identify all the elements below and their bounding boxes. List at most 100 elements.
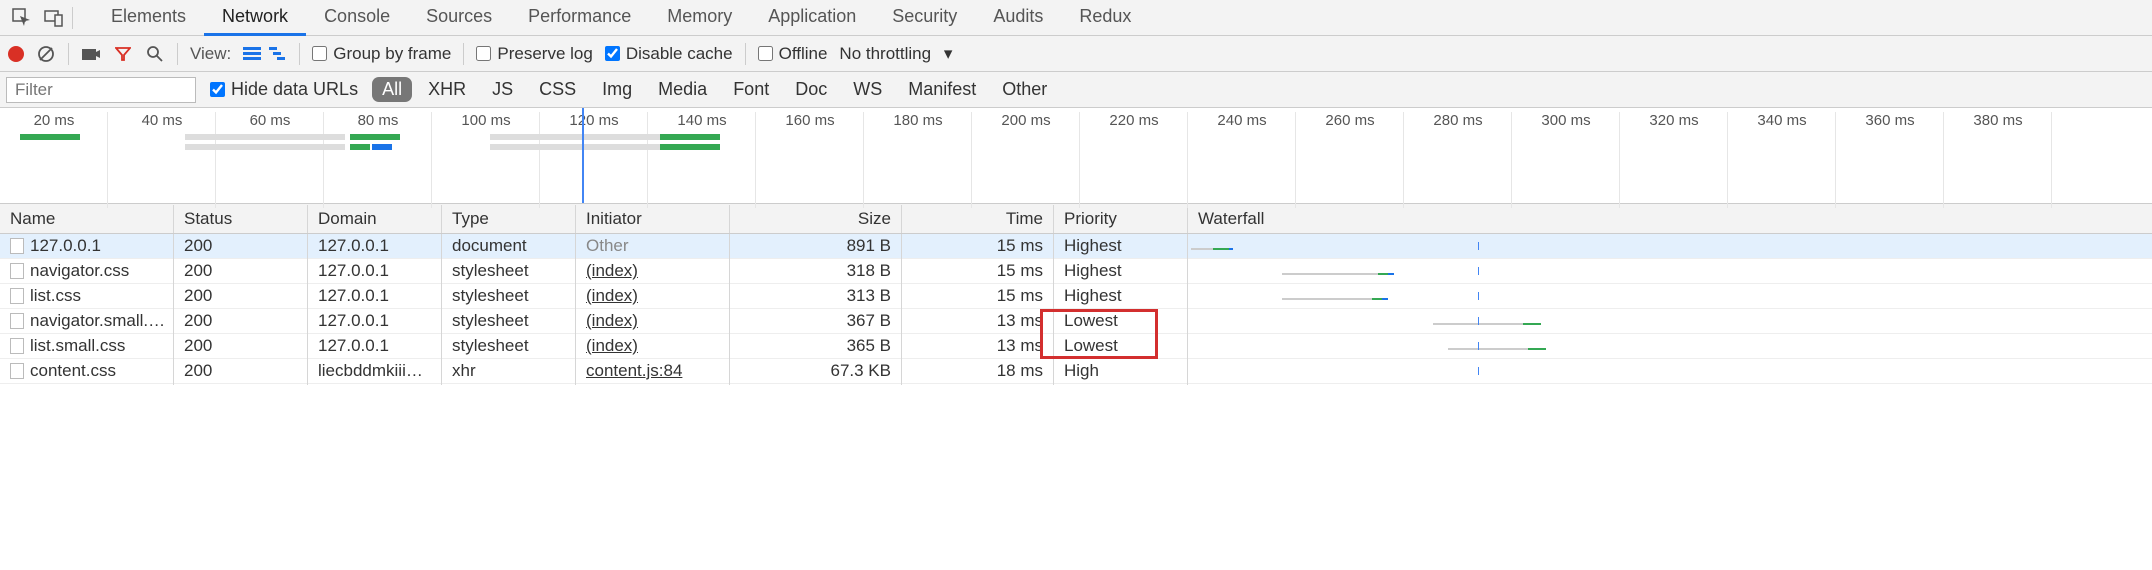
screenshot-icon[interactable] (81, 44, 101, 64)
offline-checkbox[interactable]: Offline (758, 44, 828, 64)
type-filter-ws[interactable]: WS (843, 77, 892, 102)
col-header-priority[interactable]: Priority (1054, 205, 1188, 233)
throttling-select[interactable]: No throttling ▾ (839, 44, 952, 64)
tab-application[interactable]: Application (750, 0, 874, 36)
cell-type: stylesheet (442, 332, 576, 360)
col-header-domain[interactable]: Domain (308, 205, 442, 233)
divider (299, 43, 300, 65)
tab-console[interactable]: Console (306, 0, 408, 36)
search-icon[interactable] (145, 44, 165, 64)
timeline-tick: 200 ms (972, 112, 1080, 129)
cell-size: 367 B (730, 307, 902, 335)
cell-time: 15 ms (902, 282, 1054, 310)
cell-size: 365 B (730, 332, 902, 360)
tab-elements[interactable]: Elements (93, 0, 204, 36)
clear-icon[interactable] (36, 44, 56, 64)
timeline-tick: 280 ms (1404, 112, 1512, 129)
device-toggle-icon[interactable] (40, 4, 68, 32)
disable-cache-checkbox[interactable]: Disable cache (605, 44, 733, 64)
offline-label: Offline (779, 44, 828, 64)
type-filter-img[interactable]: Img (592, 77, 642, 102)
tab-audits[interactable]: Audits (975, 0, 1061, 36)
tab-memory[interactable]: Memory (649, 0, 750, 36)
cell-priority: High (1054, 357, 1188, 385)
type-filter-other[interactable]: Other (992, 77, 1057, 102)
col-header-time[interactable]: Time (902, 205, 1054, 233)
tab-security[interactable]: Security (874, 0, 975, 36)
table-row[interactable]: content.css200liecbddmkiiih…xhrcontent.j… (0, 359, 2152, 384)
tab-network[interactable]: Network (204, 0, 306, 36)
table-row[interactable]: navigator.css200127.0.0.1stylesheet(inde… (0, 259, 2152, 284)
cell-size: 313 B (730, 282, 902, 310)
timeline-overview[interactable]: 20 ms40 ms60 ms80 ms100 ms120 ms140 ms16… (0, 108, 2152, 204)
cell-type: xhr (442, 357, 576, 385)
tab-redux[interactable]: Redux (1061, 0, 1149, 36)
cell-priority: Highest (1054, 282, 1188, 310)
type-filter-all[interactable]: All (372, 77, 412, 102)
filter-input[interactable] (6, 77, 196, 103)
initiator-link[interactable]: (index) (586, 286, 638, 305)
throttling-label: No throttling (839, 44, 931, 63)
filter-bar: Hide data URLs AllXHRJSCSSImgMediaFontDo… (0, 72, 2152, 108)
tab-performance[interactable]: Performance (510, 0, 649, 36)
table-body: 127.0.0.1200127.0.0.1documentOther891 B1… (0, 234, 2152, 570)
preserve-log-checkbox[interactable]: Preserve log (476, 44, 592, 64)
cell-domain: 127.0.0.1 (308, 282, 442, 310)
filter-icon[interactable] (113, 44, 133, 64)
cell-domain: liecbddmkiiih… (308, 357, 442, 385)
waterfall-view-icon[interactable] (269, 45, 287, 63)
initiator-link: Other (586, 236, 629, 255)
col-header-initiator[interactable]: Initiator (576, 205, 730, 233)
divider (745, 43, 746, 65)
cell-name: 127.0.0.1 (30, 236, 101, 256)
type-filter-css[interactable]: CSS (529, 77, 586, 102)
cell-name: content.css (30, 361, 116, 381)
timeline-tick: 240 ms (1188, 112, 1296, 129)
inspect-element-icon[interactable] (8, 4, 36, 32)
cell-time: 13 ms (902, 307, 1054, 335)
cell-status: 200 (174, 332, 308, 360)
col-header-waterfall[interactable]: Waterfall (1188, 205, 2152, 233)
cell-size: 318 B (730, 257, 902, 285)
hide-data-urls-label: Hide data URLs (231, 79, 358, 100)
disable-cache-label: Disable cache (626, 44, 733, 64)
col-header-name[interactable]: Name (0, 205, 174, 233)
table-row[interactable]: 127.0.0.1200127.0.0.1documentOther891 B1… (0, 234, 2152, 259)
table-row[interactable]: list.css200127.0.0.1stylesheet(index)313… (0, 284, 2152, 309)
highlight-annotation (1040, 309, 1158, 359)
initiator-link[interactable]: (index) (586, 261, 638, 280)
hide-data-urls-checkbox[interactable]: Hide data URLs (210, 79, 358, 100)
resource-type-filters: AllXHRJSCSSImgMediaFontDocWSManifestOthe… (372, 77, 1057, 102)
group-by-frame-label: Group by frame (333, 44, 451, 64)
initiator-link[interactable]: (index) (586, 311, 638, 330)
cell-size: 67.3 KB (730, 357, 902, 385)
type-filter-js[interactable]: JS (482, 77, 523, 102)
cell-initiator: (index) (576, 332, 730, 360)
type-filter-font[interactable]: Font (723, 77, 779, 102)
tab-sources[interactable]: Sources (408, 0, 510, 36)
record-button[interactable] (8, 46, 24, 62)
view-label: View: (190, 44, 231, 64)
large-rows-icon[interactable] (243, 45, 261, 63)
col-header-type[interactable]: Type (442, 205, 576, 233)
type-filter-manifest[interactable]: Manifest (898, 77, 986, 102)
type-filter-xhr[interactable]: XHR (418, 77, 476, 102)
type-filter-doc[interactable]: Doc (785, 77, 837, 102)
timeline-playhead (582, 108, 584, 203)
group-by-frame-checkbox[interactable]: Group by frame (312, 44, 451, 64)
type-filter-media[interactable]: Media (648, 77, 717, 102)
overview-bars (0, 134, 2152, 194)
initiator-link[interactable]: (index) (586, 336, 638, 355)
cell-waterfall (1188, 342, 2152, 350)
timeline-tick: 40 ms (108, 112, 216, 129)
cell-waterfall (1188, 242, 2152, 250)
col-header-size[interactable]: Size (730, 205, 902, 233)
cell-initiator: (index) (576, 257, 730, 285)
cell-initiator: (index) (576, 307, 730, 335)
initiator-link[interactable]: content.js:84 (586, 361, 682, 380)
timeline-tick: 340 ms (1728, 112, 1836, 129)
cell-type: stylesheet (442, 257, 576, 285)
cell-type: stylesheet (442, 307, 576, 335)
timeline-tick: 260 ms (1296, 112, 1404, 129)
col-header-status[interactable]: Status (174, 205, 308, 233)
